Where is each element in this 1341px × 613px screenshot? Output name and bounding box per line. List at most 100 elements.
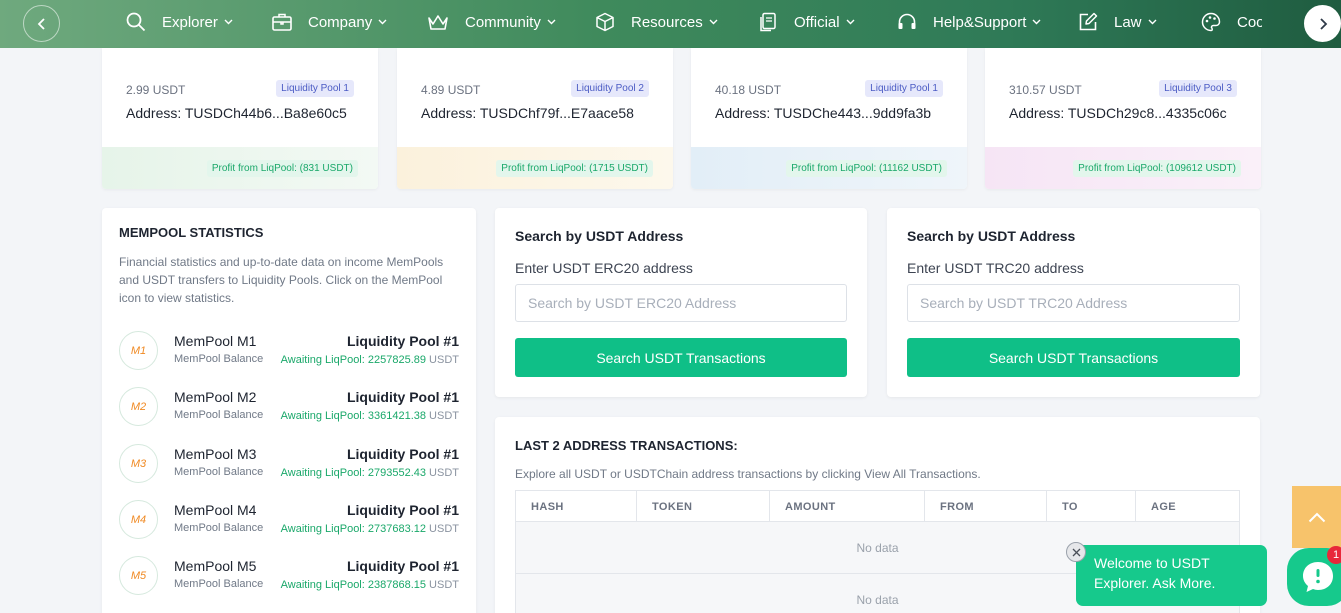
nav-item-explorer[interactable]: Explorer: [126, 0, 233, 44]
mempool-row: M1 MemPool M1 MemPool Balance Liquidity …: [102, 331, 476, 387]
nav-items: Explorer Company Community Resources Off…: [122, 0, 1262, 48]
column-hash[interactable]: HASH: [516, 491, 637, 522]
pool-tag: Liquidity Pool 2: [571, 80, 649, 97]
pool-card[interactable]: 40.18 USDT Liquidity Pool 1 Address: TUS…: [691, 48, 967, 189]
table-header: HASH TOKEN AMOUNT FROM TO AGE: [515, 490, 1240, 522]
mempool-name: MemPool M1: [174, 333, 257, 349]
chevron-down-icon: [1148, 19, 1157, 25]
nav-item-community[interactable]: Community: [427, 0, 556, 44]
crown-icon: [428, 15, 448, 30]
mempool-awaiting-value: Awaiting LiqPool: 2793552.43: [280, 467, 426, 479]
nav-item-company[interactable]: Company: [272, 0, 387, 44]
mempool-liquidity-pool: Liquidity Pool #1: [346, 389, 459, 405]
mempool-icon[interactable]: M3: [119, 444, 158, 483]
mempool-awaiting-unit: USDT: [429, 579, 459, 591]
column-token[interactable]: TOKEN: [637, 491, 770, 522]
nav-item-official[interactable]: Official: [758, 0, 855, 44]
pool-profit: Profit from LiqPool: (11162 USDT): [786, 160, 947, 177]
mempool-row: M3 MemPool M3 MemPool Balance Liquidity …: [102, 444, 476, 500]
pool-address: Address: TUSDChe443...9dd9fa3b: [715, 105, 932, 121]
trc20-address-input[interactable]: [907, 284, 1240, 322]
mempool-balance-label: MemPool Balance: [174, 578, 264, 590]
mempool-awaiting-unit: USDT: [429, 354, 459, 366]
mempool-awaiting-value: Awaiting LiqPool: 2257825.89: [280, 354, 426, 366]
pool-amount: 40.18 USDT: [715, 83, 782, 97]
mempool-statistics-panel: MEMPOOL STATISTICS Financial statistics …: [102, 208, 476, 613]
pool-address: Address: TUSDCh29c8...4335c06c: [1009, 105, 1227, 121]
chevron-down-icon: [1032, 19, 1041, 25]
mempool-awaiting-value: Awaiting LiqPool: 2737683.12: [280, 523, 426, 535]
pool-tag: Liquidity Pool 3: [1159, 80, 1237, 97]
nav-item-label: Official: [794, 13, 840, 31]
documents-icon: [760, 12, 776, 32]
nav-item-label: Coo: [1237, 13, 1262, 31]
nav-item-help-support[interactable]: Help&Support: [897, 0, 1041, 44]
top-nav: Explorer Company Community Resources Off…: [0, 0, 1341, 48]
mempool-row: M4 MemPool M4 MemPool Balance Liquidity …: [102, 500, 476, 556]
mempool-balance-label: MemPool Balance: [174, 353, 264, 365]
close-icon: [1072, 548, 1080, 556]
nav-item-label: Help&Support: [933, 13, 1027, 31]
nav-item-coo[interactable]: Coo: [1201, 0, 1262, 44]
chevron-right-icon: [1319, 17, 1327, 30]
column-from[interactable]: FROM: [925, 491, 1047, 522]
nav-item-label: Resources: [631, 13, 703, 31]
nav-item-label: Law: [1114, 13, 1142, 31]
mempool-liquidity-pool: Liquidity Pool #1: [346, 446, 459, 462]
mempool-icon[interactable]: M2: [119, 387, 158, 426]
box-icon: [596, 12, 614, 32]
mempool-awaiting-unit: USDT: [429, 467, 459, 479]
pool-address: Address: TUSDCh44b6...Ba8e60c5: [126, 105, 347, 121]
search-icon: [126, 12, 146, 32]
nav-prev-button[interactable]: [23, 5, 60, 42]
erc20-address-input[interactable]: [515, 284, 847, 322]
pool-card[interactable]: 310.57 USDT Liquidity Pool 3 Address: TU…: [985, 48, 1261, 189]
search-title: Search by USDT Address: [907, 228, 1076, 244]
chevron-down-icon: [846, 19, 855, 25]
mempool-liquidity-pool: Liquidity Pool #1: [346, 558, 459, 574]
nav-item-label: Community: [465, 13, 541, 31]
chevron-down-icon: [378, 19, 387, 25]
nav-next-button[interactable]: [1304, 5, 1341, 42]
mempool-awaiting: Awaiting LiqPool: 2387868.15 USDT: [281, 579, 459, 591]
mempool-awaiting-value: Awaiting LiqPool: 3361421.38: [280, 410, 426, 422]
chevron-left-icon: [37, 17, 45, 30]
pool-amount: 2.99 USDT: [126, 83, 186, 97]
mempool-awaiting-value: Awaiting LiqPool: 2387868.15: [280, 579, 426, 591]
chat-icon: [1303, 562, 1333, 592]
mempool-liquidity-pool: Liquidity Pool #1: [346, 502, 459, 518]
chat-notification-badge: 1: [1327, 546, 1341, 564]
pool-profit: Profit from LiqPool: (1715 USDT): [496, 160, 653, 177]
pool-card[interactable]: 2.99 USDT Liquidity Pool 1 Address: TUSD…: [102, 48, 378, 189]
pool-card[interactable]: 4.89 USDT Liquidity Pool 2 Address: TUSD…: [397, 48, 673, 189]
mempool-icon[interactable]: M4: [119, 500, 158, 539]
pool-amount: 310.57 USDT: [1009, 83, 1082, 97]
column-age[interactable]: AGE: [1136, 491, 1240, 522]
mempool-balance-label: MemPool Balance: [174, 466, 264, 478]
search-label: Enter USDT ERC20 address: [515, 260, 693, 276]
mempool-name: MemPool M2: [174, 389, 257, 405]
edit-icon: [1079, 12, 1098, 31]
search-title: Search by USDT Address: [515, 228, 684, 244]
pool-tag: Liquidity Pool 1: [865, 80, 943, 97]
mempool-awaiting: Awaiting LiqPool: 3361421.38 USDT: [281, 410, 459, 422]
search-erc20-button[interactable]: Search USDT Transactions: [515, 338, 847, 377]
mempool-description: Financial statistics and up-to-date data…: [119, 255, 444, 305]
chevron-down-icon: [709, 19, 718, 25]
mempool-liquidity-pool: Liquidity Pool #1: [346, 333, 459, 349]
search-trc20-button[interactable]: Search USDT Transactions: [907, 338, 1240, 377]
mempool-name: MemPool M3: [174, 446, 257, 462]
chat-close-button[interactable]: [1066, 542, 1086, 562]
chat-welcome-bubble[interactable]: Welcome to USDT Explorer. Ask More.: [1076, 545, 1267, 606]
mempool-awaiting-unit: USDT: [429, 523, 459, 535]
mempool-icon[interactable]: M1: [119, 331, 158, 370]
mempool-icon[interactable]: M5: [119, 556, 158, 595]
column-to[interactable]: TO: [1047, 491, 1136, 522]
scroll-to-top-button[interactable]: [1292, 486, 1341, 548]
mempool-awaiting: Awaiting LiqPool: 2793552.43 USDT: [281, 467, 459, 479]
nav-item-law[interactable]: Law: [1078, 0, 1157, 44]
mempool-balance-label: MemPool Balance: [174, 522, 264, 534]
search-erc20-panel: Search by USDT Address Enter USDT ERC20 …: [495, 208, 867, 397]
column-amount[interactable]: AMOUNT: [770, 491, 925, 522]
nav-item-resources[interactable]: Resources: [595, 0, 718, 44]
